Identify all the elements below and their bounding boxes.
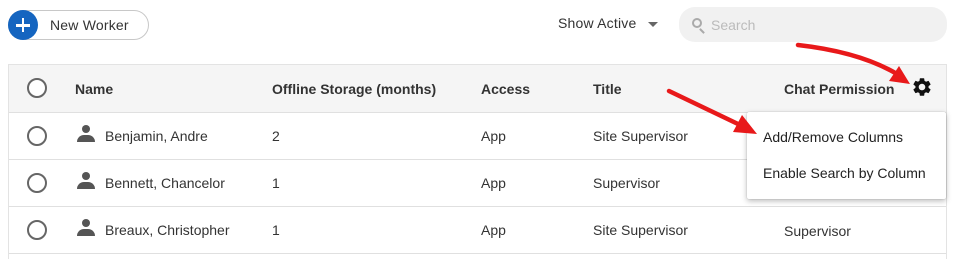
table-row[interactable]: Breaux, Christopher 1 App Site Superviso… — [9, 207, 946, 254]
cell-title: Supervisor — [593, 175, 660, 191]
column-header-title[interactable]: Title — [593, 81, 622, 97]
settings-menu: Add/Remove Columns Enable Search by Colu… — [747, 112, 946, 199]
column-header-chat-permission[interactable]: Chat Permission — [784, 81, 894, 97]
new-worker-button[interactable]: New Worker — [8, 10, 149, 40]
new-worker-label: New Worker — [50, 17, 129, 33]
cell-access: App — [481, 175, 506, 191]
cell-name: Benjamin, Andre — [105, 128, 208, 144]
menu-item-add-remove-columns[interactable]: Add/Remove Columns — [763, 129, 903, 145]
column-header-offline-storage[interactable]: Offline Storage (months) — [272, 81, 436, 97]
cell-offline-storage: 1 — [272, 175, 280, 191]
person-icon — [76, 124, 96, 144]
show-active-dropdown[interactable]: Show Active — [558, 15, 658, 31]
cell-access: App — [481, 222, 506, 238]
caret-down-icon — [648, 22, 658, 27]
search-box[interactable] — [679, 7, 947, 42]
cell-offline-storage: 1 — [272, 222, 280, 238]
row-select-radio[interactable] — [27, 220, 47, 240]
select-all-radio[interactable] — [27, 78, 47, 98]
plus-icon — [8, 10, 38, 40]
row-select-radio[interactable] — [27, 173, 47, 193]
menu-item-enable-search-by-column[interactable]: Enable Search by Column — [763, 165, 926, 181]
column-header-name[interactable]: Name — [75, 81, 113, 97]
gear-icon[interactable] — [911, 76, 933, 98]
cell-access: App — [481, 128, 506, 144]
cell-name: Bennett, Chancelor — [105, 175, 225, 191]
cell-title: Site Supervisor — [593, 222, 688, 238]
search-icon — [692, 18, 702, 28]
cell-offline-storage: 2 — [272, 128, 280, 144]
person-icon — [76, 171, 96, 191]
person-icon — [76, 218, 96, 238]
row-select-radio[interactable] — [27, 126, 47, 146]
column-header-access[interactable]: Access — [481, 81, 530, 97]
show-active-label: Show Active — [558, 15, 637, 31]
cell-title: Site Supervisor — [593, 128, 688, 144]
table-header: Name Offline Storage (months) Access Tit… — [9, 65, 946, 113]
cell-name: Breaux, Christopher — [105, 222, 230, 238]
cell-chat-permission: Supervisor — [784, 223, 851, 239]
search-input[interactable] — [711, 15, 931, 35]
